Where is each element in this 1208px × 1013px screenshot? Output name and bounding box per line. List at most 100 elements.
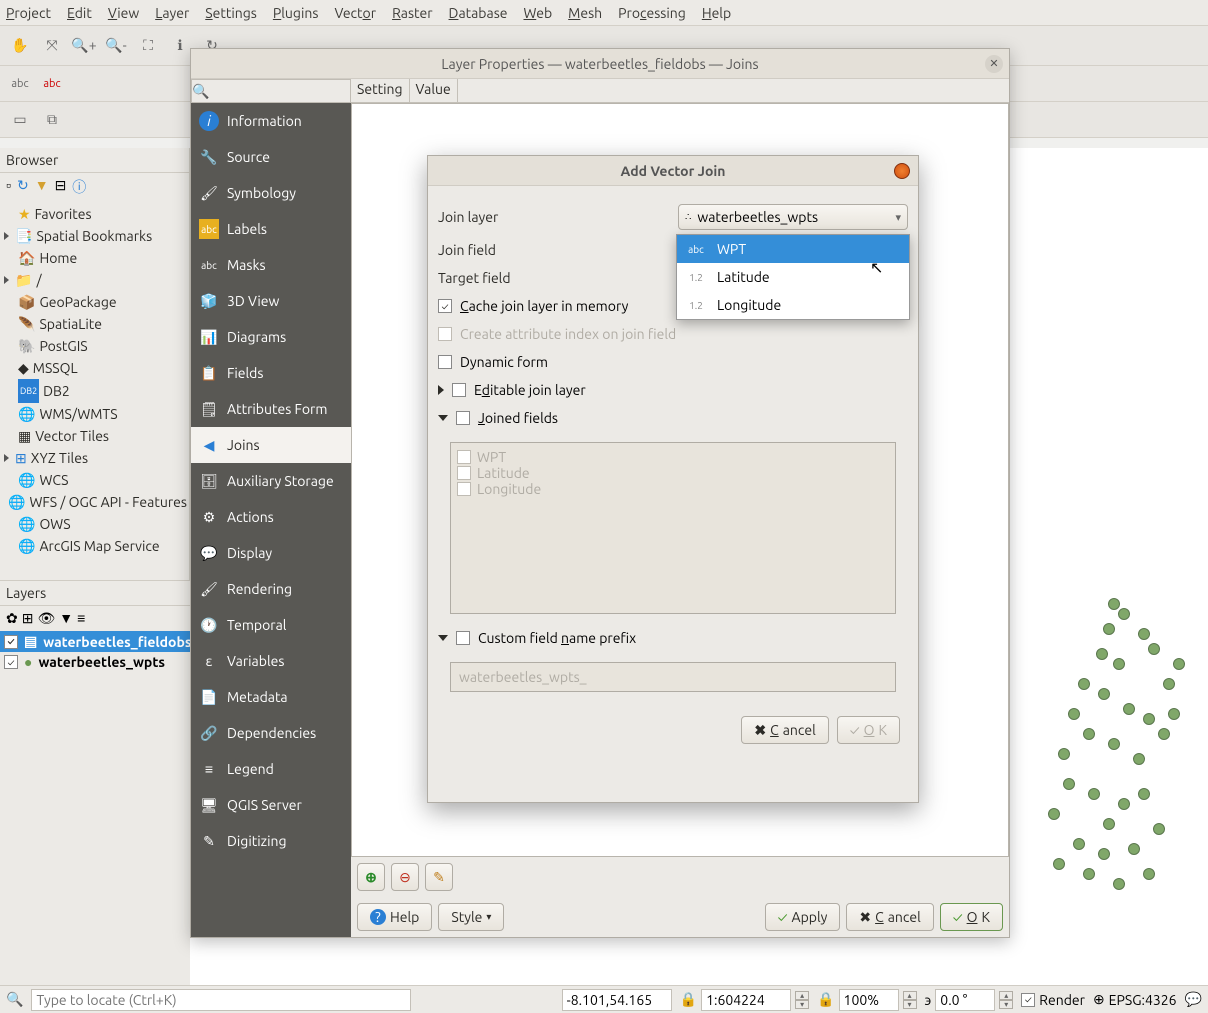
tab-attributes-form[interactable]: 🗒Attributes Form — [191, 391, 351, 427]
joined-fields-checkbox[interactable] — [456, 411, 470, 425]
tab-legend[interactable]: ≡Legend — [191, 751, 351, 787]
tab-display[interactable]: 💬Display — [191, 535, 351, 571]
join-layer-combo[interactable]: ∴waterbeetles_wpts — [678, 204, 908, 230]
menu-edit[interactable]: Edit — [67, 5, 92, 21]
tab-metadata[interactable]: 📄Metadata — [191, 679, 351, 715]
edit-join-button[interactable]: ✎ — [425, 863, 453, 891]
collapse-icon[interactable]: ⊟ — [55, 177, 67, 197]
remove-join-button[interactable]: ⊖ — [391, 863, 419, 891]
tab-digitizing[interactable]: ✎Digitizing — [191, 823, 351, 859]
help-button[interactable]: ?Help — [357, 903, 432, 931]
menu-web[interactable]: Web — [524, 5, 553, 21]
abc-icon: abc — [199, 219, 219, 239]
render-checkbox[interactable] — [1021, 993, 1035, 1007]
style-button[interactable]: Style▾ — [438, 903, 504, 931]
tab-diagrams[interactable]: 📊Diagrams — [191, 319, 351, 355]
menubar[interactable]: Project Edit View Layer Settings Plugins… — [0, 0, 1208, 26]
menu-help[interactable]: Help — [702, 5, 731, 21]
join-ok-button[interactable]: ✓OK — [837, 716, 900, 744]
messages-icon[interactable]: 💬 — [1185, 991, 1202, 1008]
tab-actions[interactable]: ⚙Actions — [191, 499, 351, 535]
editable-checkbox[interactable] — [452, 383, 466, 397]
menu-processing[interactable]: Processing — [618, 5, 686, 21]
close-icon[interactable] — [894, 163, 910, 179]
style-icon[interactable]: ✿ — [6, 610, 18, 627]
browser-tree[interactable]: ★Favorites 📑Spatial Bookmarks 🏠Home 📁/ 📦… — [0, 201, 189, 559]
menu-vector[interactable]: Vector — [334, 5, 376, 21]
tab-joins[interactable]: ◀Joins — [191, 427, 351, 463]
pan-icon[interactable]: ✋ — [6, 32, 34, 60]
rotation-input[interactable] — [935, 989, 995, 1011]
magnifier-input[interactable] — [839, 989, 899, 1011]
layer-row-fieldobs[interactable]: ▤ waterbeetles_fieldobs — [0, 631, 190, 652]
cancel-button[interactable]: ✖Cancel — [846, 903, 933, 931]
tab-qgis-server[interactable]: 🖥QGIS Server — [191, 787, 351, 823]
add-join-button[interactable]: ⊕ — [357, 863, 385, 891]
joins-table-header: Setting Value — [351, 79, 1009, 103]
expand-icon[interactable]: ≡ — [77, 610, 85, 627]
add-group-icon[interactable]: ⊞ — [22, 610, 34, 627]
copy-icon[interactable]: ⧉ — [38, 106, 66, 134]
prefix-checkbox[interactable] — [456, 631, 470, 645]
join-dialog-title-text: Add Vector Join — [621, 163, 726, 179]
server-icon: 🖥 — [199, 795, 219, 815]
join-field-dropdown[interactable]: abc WPT 1.2 Latitude 1.2 Longitude — [676, 234, 910, 320]
label-abc-icon[interactable]: abc — [6, 70, 34, 98]
crs-icon[interactable]: ⊕ — [1093, 991, 1105, 1008]
expand-icon[interactable] — [438, 635, 448, 641]
layer-checkbox[interactable] — [4, 635, 18, 649]
tab-auxiliary[interactable]: 🗄Auxiliary Storage — [191, 463, 351, 499]
expand-icon[interactable] — [438, 415, 448, 421]
lock-icon[interactable]: 🔒 — [817, 991, 834, 1008]
tab-temporal[interactable]: 🕐Temporal — [191, 607, 351, 643]
add-layer-icon[interactable]: ▫ — [6, 177, 11, 197]
menu-view[interactable]: View — [108, 5, 139, 21]
tab-symbology[interactable]: 🖌Symbology — [191, 175, 351, 211]
menu-settings[interactable]: Settings — [205, 5, 257, 21]
visibility-icon[interactable]: 👁 — [37, 610, 55, 627]
select-icon[interactable]: ▭ — [6, 106, 34, 134]
pan-selection-icon[interactable]: ⤧ — [38, 32, 66, 60]
properties-icon[interactable]: ⓘ — [72, 177, 86, 197]
crs-label[interactable]: EPSG:4326 — [1109, 992, 1177, 1008]
dropdown-item-longitude[interactable]: 1.2 Longitude — [677, 291, 909, 319]
close-icon[interactable]: ✕ — [985, 55, 1003, 73]
tab-fields[interactable]: 📋Fields — [191, 355, 351, 391]
prefix-label: Custom field name prefix — [478, 630, 636, 646]
ok-button[interactable]: ✓OK — [940, 903, 1003, 931]
scale-input[interactable] — [701, 989, 791, 1011]
layers-toolbar: ✿ ⊞ 👁 ▼ ≡ — [0, 606, 190, 631]
sidebar-search-input[interactable] — [191, 79, 351, 103]
menu-layer[interactable]: Layer — [155, 5, 189, 21]
filter-icon[interactable]: ▼ — [59, 610, 73, 627]
zoom-full-icon[interactable]: ⛶ — [134, 32, 162, 60]
layer-row-wpts[interactable]: ● waterbeetles_wpts — [0, 652, 190, 672]
layer-checkbox[interactable] — [4, 655, 18, 669]
apply-button[interactable]: ✓Apply — [765, 903, 841, 931]
tab-rendering[interactable]: 🖌Rendering — [191, 571, 351, 607]
cache-checkbox[interactable] — [438, 299, 452, 313]
menu-plugins[interactable]: Plugins — [273, 5, 319, 21]
menu-database[interactable]: Database — [449, 5, 508, 21]
filter-icon[interactable]: ▼ — [35, 177, 49, 197]
fields-icon: 📋 — [199, 363, 219, 383]
zoom-out-icon[interactable]: 🔍- — [102, 32, 130, 60]
tab-source[interactable]: 🔧Source — [191, 139, 351, 175]
tab-masks[interactable]: abcMasks — [191, 247, 351, 283]
coords-input[interactable] — [562, 989, 672, 1011]
tab-information[interactable]: iInformation — [191, 103, 351, 139]
menu-mesh[interactable]: Mesh — [568, 5, 602, 21]
dynamic-checkbox[interactable] — [438, 355, 452, 369]
locate-input[interactable] — [31, 989, 411, 1011]
menu-project[interactable]: Project — [6, 5, 51, 21]
expand-icon[interactable] — [438, 385, 444, 395]
tab-3dview[interactable]: 🧊3D View — [191, 283, 351, 319]
menu-raster[interactable]: Raster — [392, 5, 432, 21]
zoom-in-icon[interactable]: 🔍+ — [70, 32, 98, 60]
tab-dependencies[interactable]: 🔗Dependencies — [191, 715, 351, 751]
tab-variables[interactable]: εVariables — [191, 643, 351, 679]
refresh-icon[interactable]: ↻ — [17, 177, 29, 197]
tab-labels[interactable]: abcLabels — [191, 211, 351, 247]
join-cancel-button[interactable]: ✖Cancel — [741, 716, 828, 744]
label-red-icon[interactable]: abc — [38, 70, 66, 98]
